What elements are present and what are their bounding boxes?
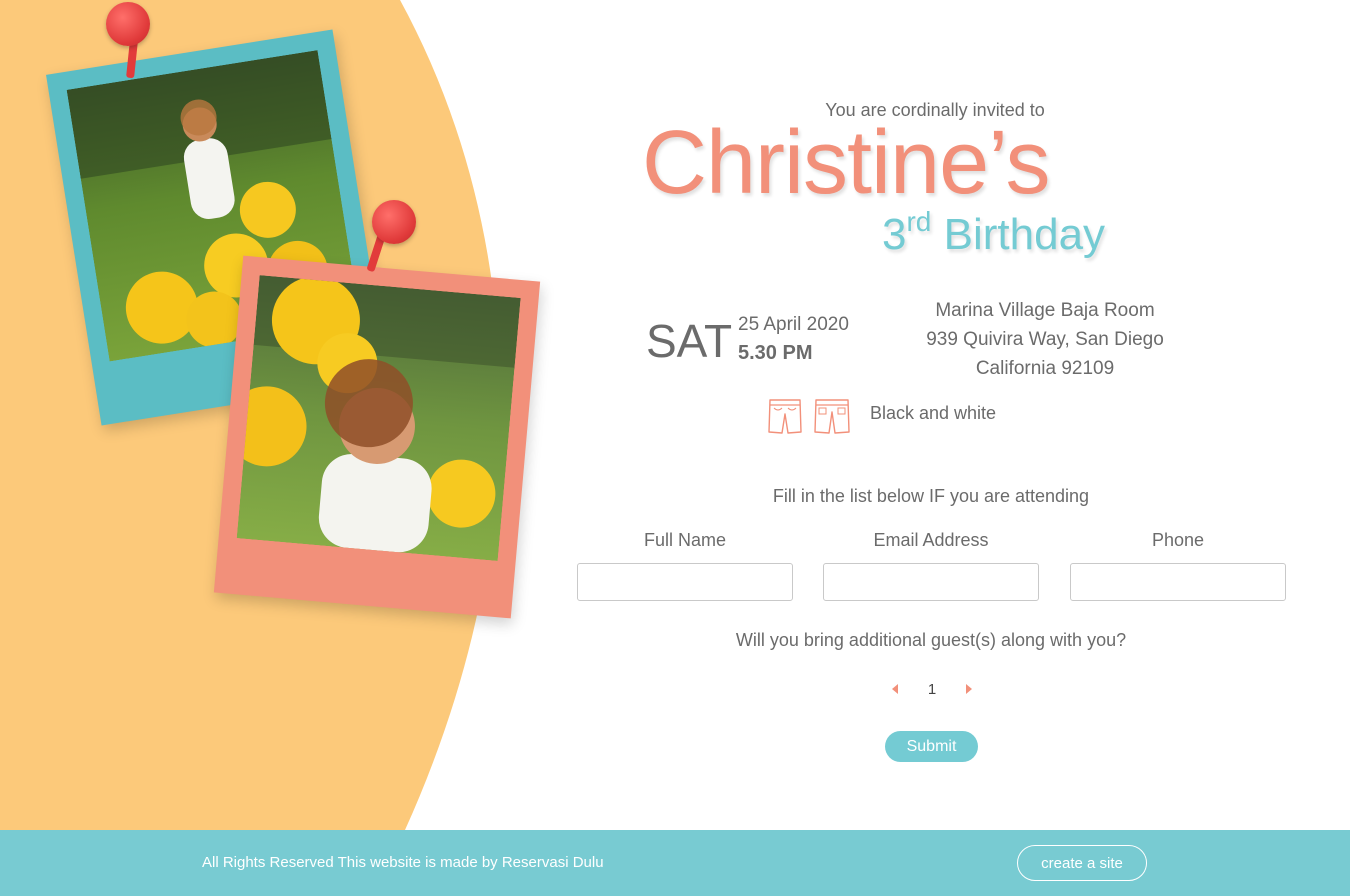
full-name-label: Full Name bbox=[643, 530, 727, 550]
footer: All Rights Reserved This website is made… bbox=[0, 830, 1350, 896]
submit-button[interactable]: Submit bbox=[885, 731, 978, 762]
full-name-input[interactable] bbox=[577, 563, 793, 601]
decrement-arrow-icon[interactable] bbox=[892, 684, 898, 694]
guests-stepper: 1 bbox=[892, 678, 972, 700]
rsvp-note: Fill in the list below IF you are attend… bbox=[772, 486, 1090, 506]
push-pin-icon bbox=[106, 2, 150, 46]
increment-arrow-icon[interactable] bbox=[966, 684, 972, 694]
phone-field: Phone bbox=[1070, 530, 1286, 601]
email-field: Email Address bbox=[823, 530, 1039, 601]
footer-copyright: All Rights Reserved This website is made… bbox=[202, 854, 604, 871]
guests-count: 1 bbox=[927, 680, 937, 698]
phone-input[interactable] bbox=[1070, 563, 1286, 601]
push-pin-icon bbox=[372, 200, 416, 244]
polaroid-photo-coral bbox=[213, 255, 541, 619]
phone-label: Phone bbox=[1151, 530, 1205, 550]
rsvp-form: Fill in the list below IF you are attend… bbox=[560, 0, 1302, 830]
guests-question: Will you bring additional guest(s) along… bbox=[735, 630, 1127, 650]
full-name-field: Full Name bbox=[577, 530, 793, 601]
create-site-button[interactable]: create a site bbox=[1017, 845, 1147, 881]
email-label: Email Address bbox=[873, 530, 989, 550]
photo-toddler-with-balloons bbox=[236, 275, 521, 561]
email-input[interactable] bbox=[823, 563, 1039, 601]
